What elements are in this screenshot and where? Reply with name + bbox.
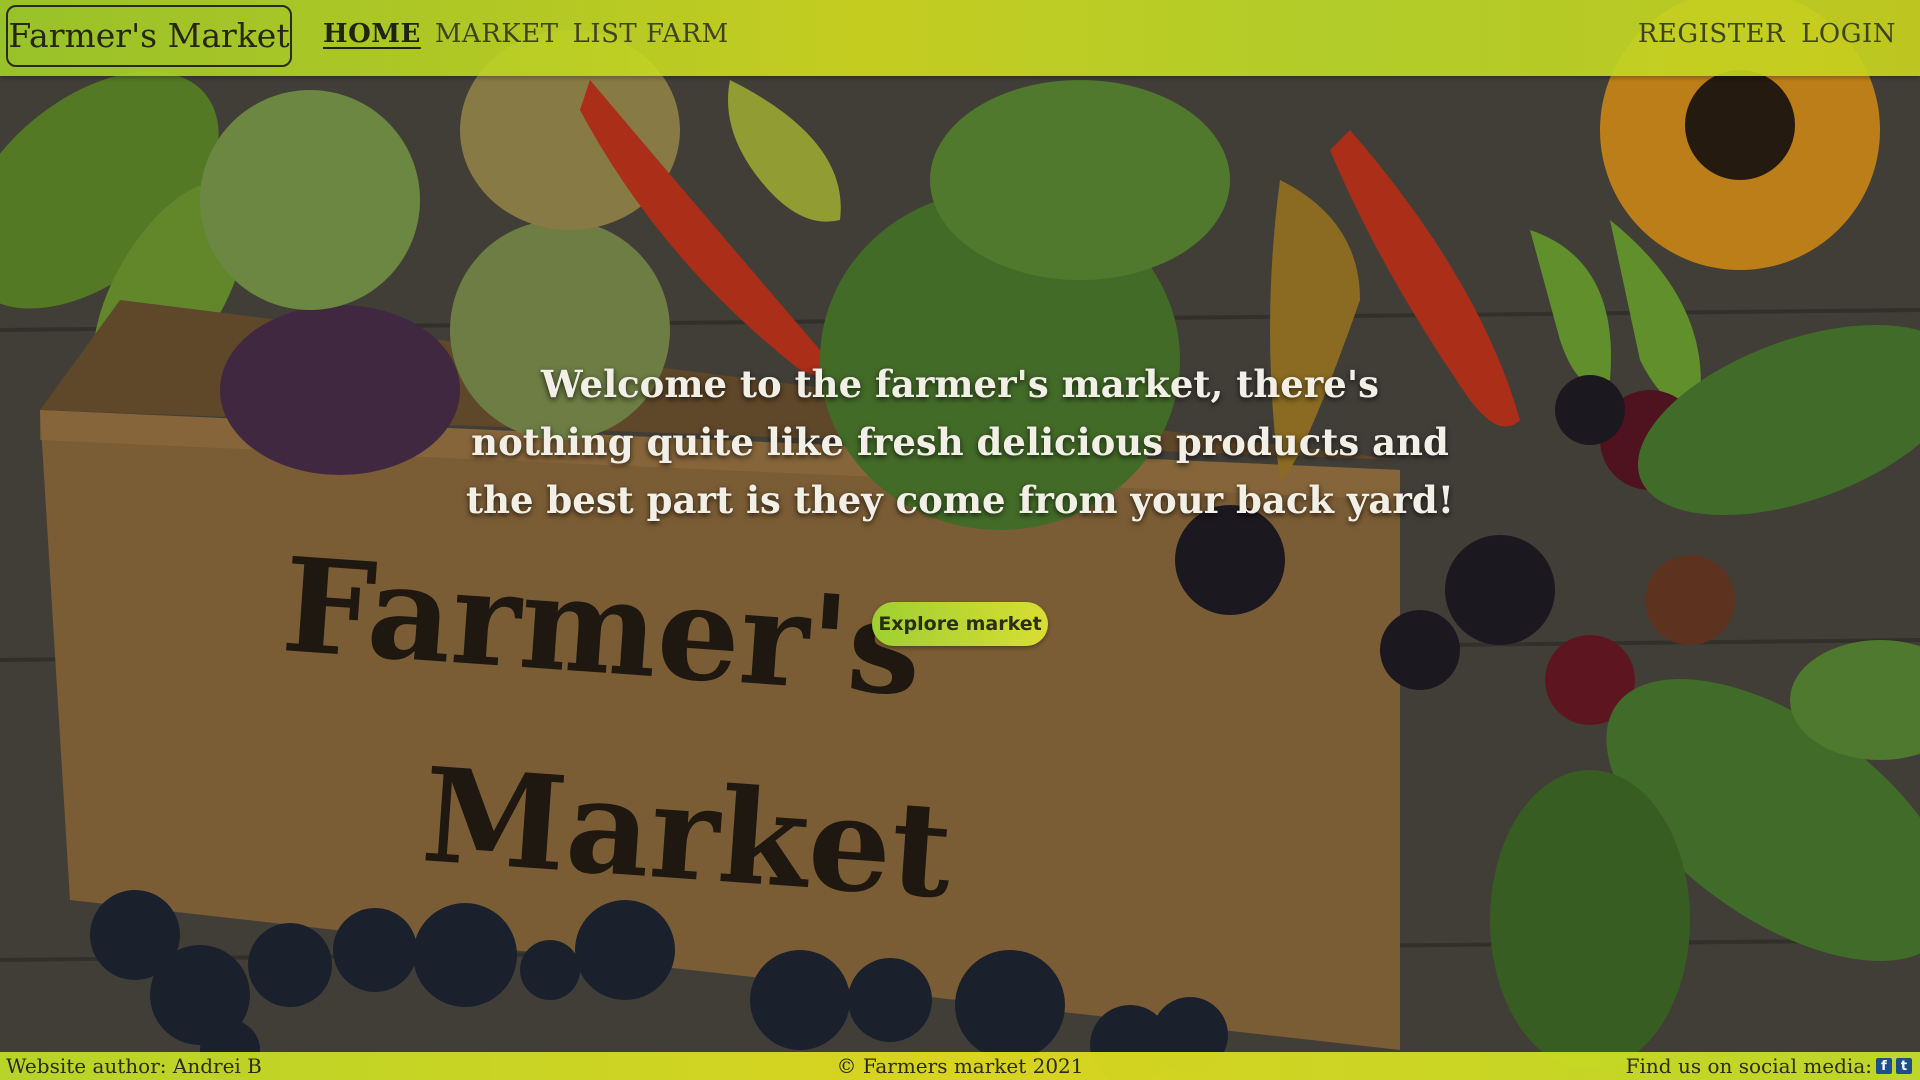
explore-market-button[interactable]: Explore market bbox=[872, 602, 1048, 646]
facebook-icon[interactable]: f bbox=[1876, 1058, 1892, 1074]
nav-link-login[interactable]: LOGIN bbox=[1801, 16, 1896, 52]
social-label: Find us on social media: bbox=[1625, 1054, 1872, 1078]
hero-background: Farmer's Market bbox=[0, 0, 1920, 1080]
auth-nav: REGISTER LOGIN bbox=[1638, 16, 1896, 52]
nav-link-home[interactable]: HOME bbox=[323, 16, 421, 52]
twitter-icon[interactable]: t bbox=[1896, 1058, 1912, 1074]
top-navbar: Farmer's Market HOME MARKET LIST FARM RE… bbox=[0, 0, 1920, 76]
brand-logo[interactable]: Farmer's Market bbox=[6, 5, 292, 67]
nav-link-market[interactable]: MARKET bbox=[435, 16, 559, 52]
nav-link-register[interactable]: REGISTER bbox=[1638, 16, 1785, 52]
primary-nav: HOME MARKET LIST FARM bbox=[323, 16, 729, 52]
footer: Website author: Andrei B © Farmers marke… bbox=[0, 1052, 1920, 1080]
footer-social: Find us on social media: f t bbox=[1626, 1052, 1912, 1080]
hero-illustration: Farmer's Market bbox=[0, 0, 1920, 1080]
welcome-message: Welcome to the farmer's market, there's … bbox=[466, 362, 1454, 522]
nav-link-list-farm[interactable]: LIST FARM bbox=[573, 16, 729, 52]
